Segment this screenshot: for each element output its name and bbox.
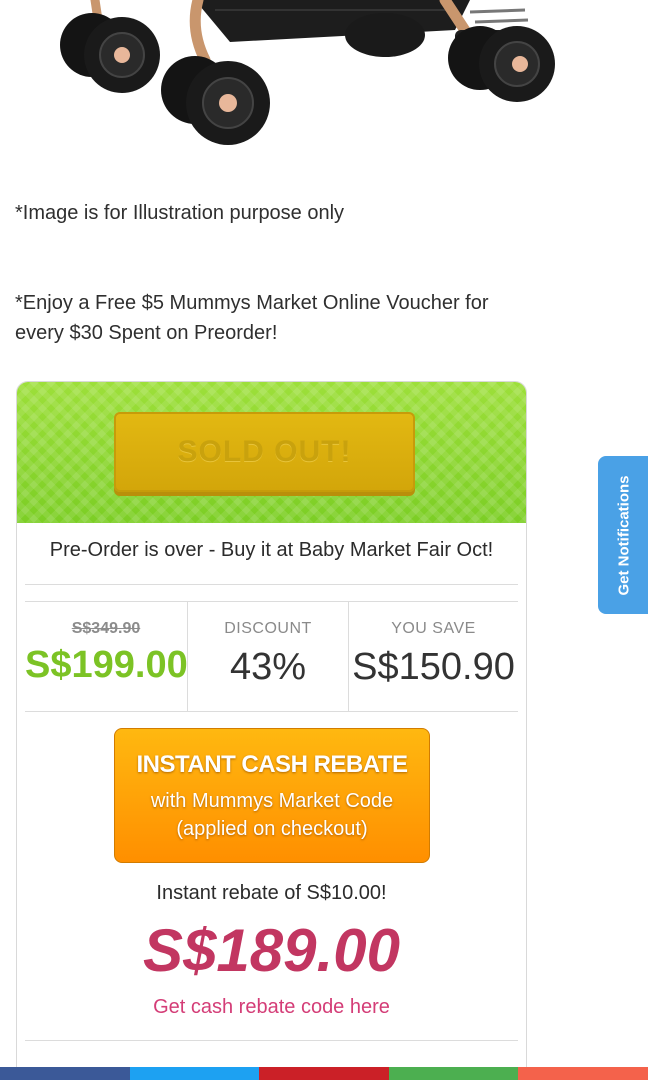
discount-column: DISCOUNT 43% (187, 602, 349, 711)
share-bar (0, 1067, 648, 1080)
voucher-note: *Enjoy a Free $5 Mummys Market Online Vo… (15, 292, 489, 344)
deal-card: SOLD OUT! Pre-Order is over - Buy it at … (16, 381, 527, 1080)
instant-rebate-text: Instant rebate of S$10.00! (156, 882, 387, 904)
deal-banner: SOLD OUT! (17, 382, 526, 523)
rebate-subtitle-line: with Mummys Market Code (150, 790, 394, 812)
instant-cash-rebate-button[interactable]: INSTANT CASH REBATE with Mummys Market C… (114, 728, 430, 863)
rebate-code-link[interactable]: Get cash rebate code here (17, 996, 526, 1019)
rebate-subtitle: with Mummys Market Code (applied on chec… (115, 787, 429, 843)
more-share-button[interactable] (518, 1067, 648, 1080)
get-notifications-tab[interactable]: Get Notifications (598, 456, 648, 614)
final-price: S$189.00 (143, 917, 400, 984)
price-summary: S$349.90 S$199.00 DISCOUNT 43% YOU SAVE … (25, 602, 518, 711)
get-notifications-label: Get Notifications (615, 474, 633, 596)
divider (25, 1040, 518, 1041)
whatsapp-share-button[interactable] (388, 1067, 519, 1080)
savings-column: YOU SAVE S$150.90 (349, 602, 518, 711)
illustration-note: *Image is for Illustration purpose only (15, 202, 345, 224)
original-price: S$349.90 (71, 620, 141, 637)
discount-value: 43% (229, 646, 307, 688)
product-image (60, 0, 555, 145)
sale-price: S$199.00 (25, 644, 188, 686)
product-page: *Image is for Illustration purpose only … (0, 0, 648, 1080)
savings-value: S$150.90 (352, 646, 515, 688)
divider (25, 711, 518, 712)
price-column: S$349.90 S$199.00 (25, 602, 188, 711)
facebook-share-button[interactable] (0, 1067, 130, 1080)
rebate-subtitle-line: (applied on checkout) (176, 818, 368, 840)
pinterest-share-button[interactable] (259, 1067, 389, 1080)
twitter-share-button[interactable] (129, 1067, 260, 1080)
discount-label: DISCOUNT (224, 620, 312, 637)
savings-label: YOU SAVE (391, 620, 476, 637)
divider (25, 584, 518, 585)
sold-out-button[interactable]: SOLD OUT! (114, 412, 415, 492)
rebate-title: INSTANT CASH REBATE (136, 751, 408, 778)
preorder-message: Pre-Order is over - Buy it at Baby Marke… (49, 539, 494, 561)
